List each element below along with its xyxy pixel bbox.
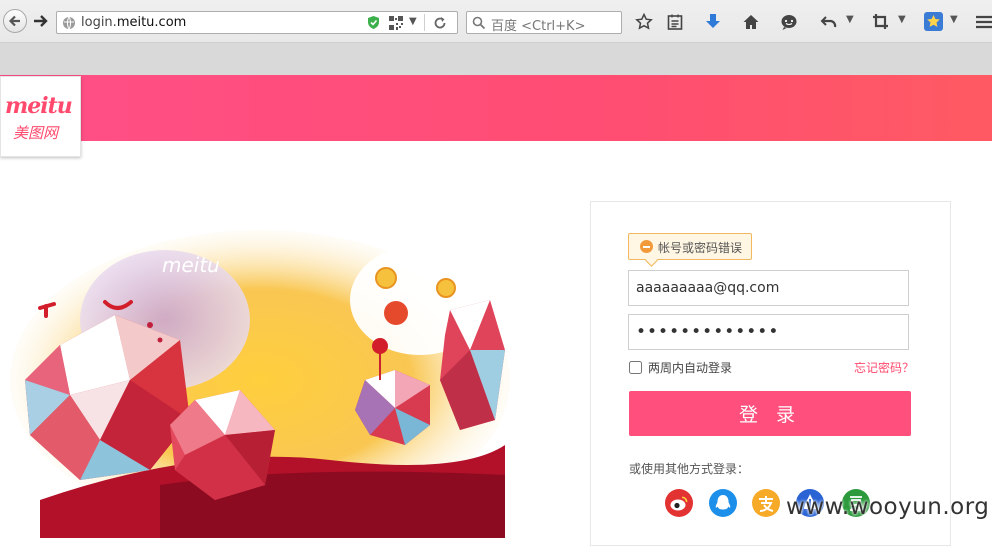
illustration-label: meitu: [162, 253, 220, 277]
logo-text-cn: 美图网: [13, 124, 59, 142]
account-input[interactable]: [628, 270, 909, 306]
forward-icon: [34, 15, 48, 27]
error-minus-icon: [640, 240, 653, 253]
home-icon[interactable]: [742, 13, 760, 31]
browser-toolbar: login.meitu.com ▼ 百度 <Ctrl+K> ▼ ▼ ▼: [0, 0, 992, 76]
addon-star-icon: [927, 15, 940, 27]
hero-artwork: meitu: [10, 230, 510, 538]
site-logo[interactable]: meitu 美图网: [0, 76, 81, 157]
other-login-label: 或使用其他方式登录：: [629, 462, 750, 476]
qr-code-icon[interactable]: [389, 16, 403, 30]
error-message: 帐号或密码错误: [658, 241, 743, 255]
shield-icon[interactable]: [367, 15, 380, 30]
error-tooltip: 帐号或密码错误: [628, 233, 752, 260]
weibo-icon: [665, 489, 693, 517]
crop-dropdown-icon[interactable]: ▼: [898, 14, 906, 25]
search-icon: [472, 16, 486, 30]
bookmark-star-icon[interactable]: [635, 13, 653, 31]
forward-button[interactable]: [31, 12, 53, 32]
logo-text-en: meitu: [5, 93, 73, 119]
chat-icon[interactable]: [780, 13, 798, 31]
globe-icon[interactable]: [62, 16, 76, 30]
alipay-login-button[interactable]: [752, 489, 780, 517]
remember-label[interactable]: 两周内自动登录: [648, 359, 732, 376]
chevron-down-icon[interactable]: ▼: [409, 16, 417, 27]
remember-checkbox-input[interactable]: [629, 361, 642, 374]
back-icon: [8, 15, 20, 27]
qq-login-button[interactable]: [709, 489, 737, 517]
url-divider: [424, 14, 425, 31]
reader-icon[interactable]: [666, 13, 684, 31]
addon-button[interactable]: [924, 12, 943, 31]
watermark: www.wooyun.org: [786, 494, 990, 520]
search-placeholder[interactable]: 百度 <Ctrl+K>: [491, 15, 585, 34]
download-icon[interactable]: [704, 13, 722, 31]
remember-checkbox[interactable]: [629, 360, 642, 375]
addon-dropdown-icon[interactable]: ▼: [950, 14, 958, 25]
undo-dropdown-icon[interactable]: ▼: [846, 14, 854, 25]
undo-icon[interactable]: [820, 13, 838, 31]
login-button[interactable]: 登 录: [629, 391, 911, 436]
reload-icon[interactable]: [433, 16, 447, 30]
qq-icon: [709, 489, 737, 517]
hero-illustration: meitu: [0, 230, 520, 538]
weibo-login-button[interactable]: [665, 489, 693, 517]
bookmarks-strip: [0, 42, 992, 76]
url-text[interactable]: login.meitu.com: [81, 15, 186, 30]
crop-icon[interactable]: [872, 13, 890, 31]
alipay-icon: [752, 489, 780, 517]
header-band: [0, 75, 992, 141]
url-bar[interactable]: login.meitu.com ▼: [56, 11, 458, 34]
forgot-password-link[interactable]: 忘记密码？: [854, 359, 914, 376]
password-input[interactable]: [628, 314, 909, 350]
back-button[interactable]: [3, 9, 27, 33]
menu-icon[interactable]: [975, 13, 992, 31]
search-bar[interactable]: 百度 <Ctrl+K>: [466, 11, 622, 34]
